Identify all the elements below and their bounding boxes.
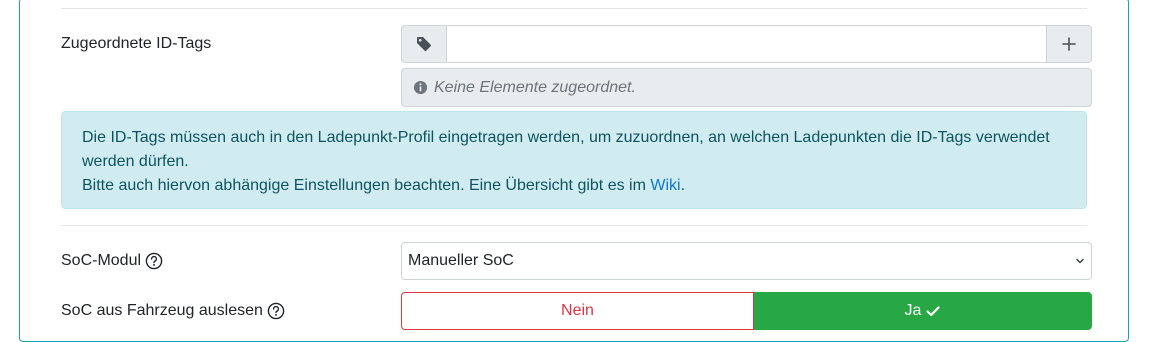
question-circle-icon[interactable] [145, 252, 163, 270]
id-tags-input-group [401, 25, 1092, 63]
alert-text-prefix: Bitte auch hiervon abhängige Einstellung… [82, 177, 651, 194]
wiki-link[interactable]: Wiki [650, 177, 680, 194]
soc-module-label: SoC-Modul [61, 252, 142, 269]
soc-module-selected-value: Manueller SoC [408, 252, 514, 269]
yes-button[interactable]: Ja [754, 292, 1092, 330]
yes-button-label: Ja [904, 302, 922, 319]
empty-list-text: Keine Elemente zugeordnet. [434, 78, 636, 96]
info-circle-icon [413, 80, 428, 95]
question-circle-icon[interactable] [267, 302, 285, 320]
add-id-tag-button[interactable] [1046, 25, 1092, 63]
id-tags-label-row: Zugeordnete ID-Tags [61, 35, 211, 53]
info-alert: Die ID-Tags müssen auch in den Ladepunkt… [61, 111, 1087, 209]
plus-icon [1062, 37, 1076, 51]
soc-read-toggle: Nein Ja [401, 292, 1092, 330]
chevron-down-icon [1076, 258, 1084, 264]
alert-text-line1: Die ID-Tags müssen auch in den Ladepunkt… [82, 129, 1050, 170]
soc-read-label-row: SoC aus Fahrzeug auslesen [61, 302, 285, 320]
tag-icon [401, 25, 447, 63]
divider [61, 225, 1087, 226]
soc-module-label-row: SoC-Modul [61, 252, 163, 270]
soc-module-select[interactable]: Manueller SoC [401, 242, 1092, 280]
check-icon [926, 306, 941, 317]
id-tags-label: Zugeordnete ID-Tags [61, 35, 212, 52]
id-tags-empty-list: Keine Elemente zugeordnet. [401, 68, 1092, 107]
alert-text-suffix: . [680, 177, 686, 194]
soc-read-label: SoC aus Fahrzeug auslesen [61, 302, 263, 319]
id-tag-input[interactable] [447, 25, 1046, 63]
divider [61, 8, 1087, 9]
no-button[interactable]: Nein [401, 292, 754, 330]
no-button-label: Nein [561, 302, 594, 319]
alert-text-line2: Bitte auch hiervon abhängige Einstellung… [82, 174, 1066, 198]
